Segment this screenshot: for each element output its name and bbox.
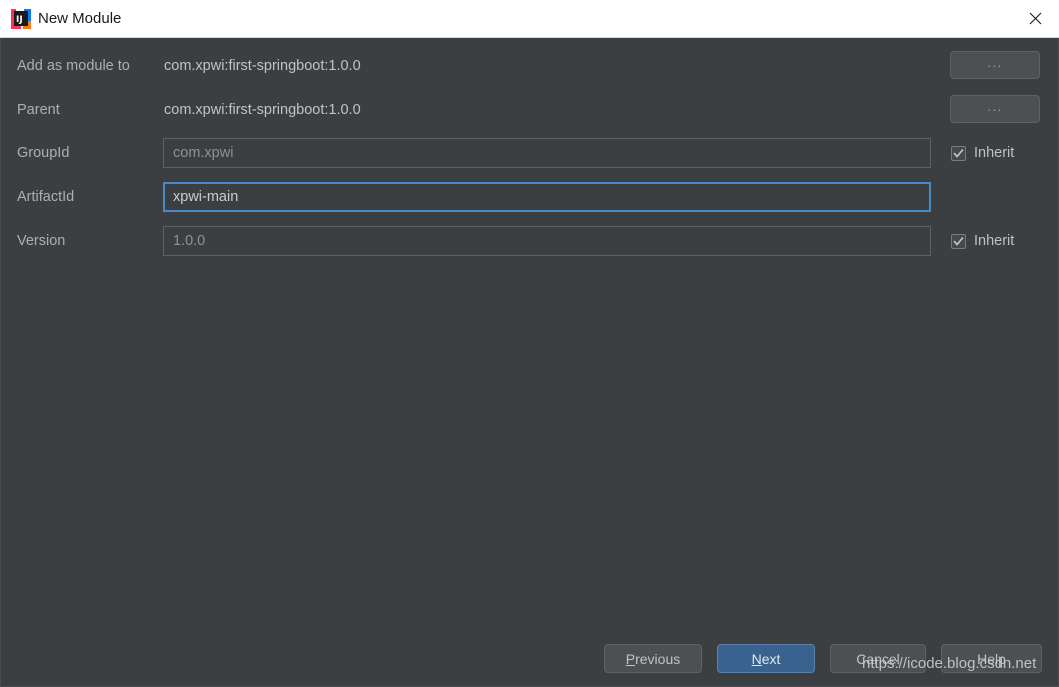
inherit-label-groupid: Inherit	[974, 145, 1015, 161]
value-parent: com.xpwi:first-springboot:1.0.0	[164, 102, 361, 118]
browse-button-add-as-module-to[interactable]: ...	[950, 51, 1040, 79]
checkmark-icon	[951, 145, 966, 161]
dialog-titlebar: IJ New Module	[0, 0, 1059, 38]
form-row-add-as-module-to: Add as module to com.xpwi:first-springbo…	[1, 51, 1058, 81]
intellij-idea-logo-icon: IJ	[11, 9, 31, 29]
artifactid-input[interactable]	[163, 182, 931, 212]
next-mnemonic: N	[751, 650, 762, 667]
next-button[interactable]: Next	[717, 644, 815, 673]
form-row-artifactid: ArtifactId	[1, 182, 1058, 212]
previous-label: revious	[635, 650, 681, 667]
inherit-checkbox-groupid[interactable]: Inherit	[951, 138, 1014, 168]
help-button[interactable]: Help	[941, 644, 1042, 673]
cancel-button[interactable]: Cancel	[830, 644, 926, 673]
checkmark-icon	[951, 233, 966, 249]
form-row-parent: Parent com.xpwi:first-springboot:1.0.0 .…	[1, 95, 1058, 125]
form-row-groupid: GroupId Inherit	[1, 138, 1058, 168]
dialog-body: Add as module to com.xpwi:first-springbo…	[0, 38, 1059, 687]
version-input[interactable]	[163, 226, 931, 256]
groupid-input[interactable]	[163, 138, 931, 168]
close-icon[interactable]	[1012, 0, 1059, 37]
previous-mnemonic: P	[625, 650, 636, 667]
inherit-label-version: Inherit	[974, 233, 1015, 249]
new-module-dialog: IJ New Module Add as module to com.xpwi:…	[0, 0, 1059, 687]
svg-text:IJ: IJ	[16, 15, 23, 25]
form-row-version: Version Inherit	[1, 226, 1058, 256]
label-artifactid: ArtifactId	[17, 189, 75, 205]
browse-button-parent[interactable]: ...	[950, 95, 1040, 123]
value-add-as-module-to: com.xpwi:first-springboot:1.0.0	[164, 58, 361, 74]
label-add-as-module-to: Add as module to	[17, 58, 130, 74]
label-groupid: GroupId	[17, 145, 70, 161]
inherit-checkbox-version[interactable]: Inherit	[951, 226, 1014, 256]
label-version: Version	[17, 233, 66, 249]
next-label: ext	[761, 650, 781, 667]
label-parent: Parent	[17, 102, 60, 118]
previous-button[interactable]: Previous	[604, 644, 702, 673]
dialog-title: New Module	[38, 10, 122, 27]
